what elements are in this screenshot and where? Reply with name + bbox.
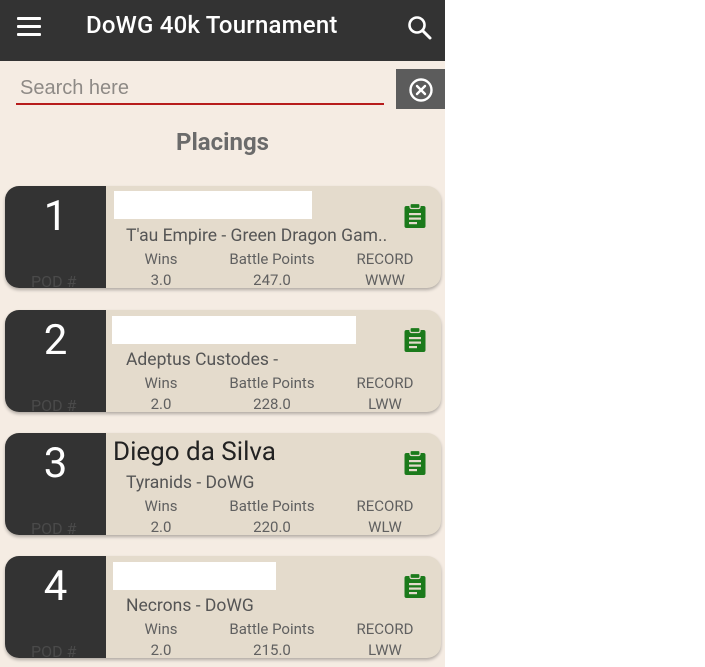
- redacted-player-name: [112, 316, 356, 344]
- wins-label: Wins: [144, 620, 178, 638]
- army-faction: Necrons - DoWG: [126, 596, 254, 616]
- clear-circle-x-icon: [409, 78, 433, 102]
- player-name: Diego da Silva: [113, 437, 276, 467]
- search-icon[interactable]: [406, 14, 434, 42]
- battle-points-label: Battle Points: [229, 250, 315, 268]
- pod-label: POD #: [31, 396, 77, 412]
- record-value: LWW: [368, 395, 402, 412]
- record-label: RECORD: [356, 620, 414, 638]
- wins-label: Wins: [144, 497, 178, 515]
- rank-number: 4: [43, 562, 68, 611]
- hamburger-menu-icon[interactable]: [17, 17, 41, 37]
- redacted-player-name: [113, 562, 276, 590]
- wins-value: 2.0: [150, 518, 172, 535]
- pod-label: POD #: [31, 642, 77, 658]
- record-value: LWW: [368, 641, 402, 658]
- placing-card[interactable]: 3 POD # Diego da Silva Tyranids - DoWG W…: [5, 433, 441, 535]
- battle-points-value: 220.0: [253, 518, 291, 535]
- app-screen: DoWG 40k Tournament Placings 1 POD # T'a…: [0, 0, 445, 667]
- record-value: WWW: [365, 271, 405, 288]
- battle-points-value: 215.0: [253, 641, 291, 658]
- battle-points-value: 247.0: [253, 271, 291, 288]
- clear-search-button[interactable]: [396, 69, 445, 109]
- army-faction: T'au Empire - Green Dragon Gam..: [126, 226, 388, 246]
- clipboard-icon[interactable]: [403, 573, 427, 599]
- wins-label: Wins: [144, 374, 178, 392]
- redacted-player-name: [114, 191, 312, 219]
- placing-card[interactable]: 2 POD # Adeptus Custodes - Wins Battle P…: [5, 310, 441, 412]
- rank-number: 1: [43, 192, 68, 241]
- app-title: DoWG 40k Tournament: [86, 11, 338, 39]
- clipboard-icon[interactable]: [403, 450, 427, 476]
- record-label: RECORD: [356, 497, 414, 515]
- pod-label: POD #: [31, 272, 77, 288]
- battle-points-label: Battle Points: [229, 374, 315, 392]
- placing-card[interactable]: 1 POD # T'au Empire - Green Dragon Gam..…: [5, 186, 441, 288]
- placing-card[interactable]: 4 POD # Necrons - DoWG Wins Battle Point…: [5, 556, 441, 658]
- battle-points-value: 228.0: [253, 395, 291, 412]
- army-faction: Tyranids - DoWG: [126, 473, 255, 493]
- record-value: WLW: [368, 518, 402, 535]
- army-faction: Adeptus Custodes -: [126, 350, 279, 370]
- battle-points-label: Battle Points: [229, 620, 315, 638]
- pod-label: POD #: [31, 519, 77, 535]
- clipboard-icon[interactable]: [403, 203, 427, 229]
- wins-value: 3.0: [150, 271, 172, 288]
- rank-number: 2: [43, 316, 68, 365]
- search-input[interactable]: [16, 73, 384, 105]
- placings-heading: Placings: [175, 128, 269, 156]
- wins-value: 2.0: [150, 641, 172, 658]
- rank-number: 3: [43, 439, 68, 488]
- wins-value: 2.0: [150, 395, 172, 412]
- battle-points-label: Battle Points: [229, 497, 315, 515]
- clipboard-icon[interactable]: [403, 327, 427, 353]
- record-label: RECORD: [356, 374, 414, 392]
- app-bar: DoWG 40k Tournament: [0, 0, 445, 61]
- record-label: RECORD: [356, 250, 414, 268]
- wins-label: Wins: [144, 250, 178, 268]
